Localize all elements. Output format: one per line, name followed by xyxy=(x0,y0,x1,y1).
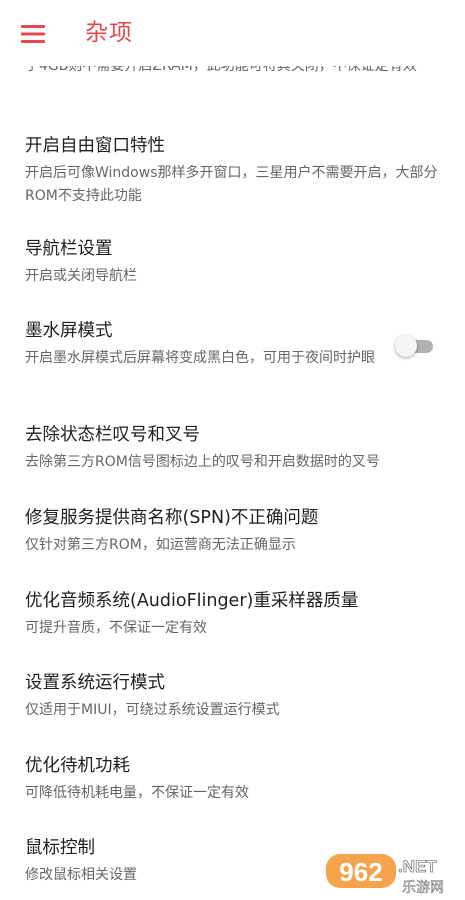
eink-mode-toggle[interactable] xyxy=(395,335,435,357)
setting-title: 设置系统运行模式 xyxy=(25,673,165,693)
page-title: 杂项 xyxy=(85,20,133,46)
toggle-thumb xyxy=(395,335,417,357)
setting-title: 导航栏设置 xyxy=(25,239,113,259)
setting-title: 修复服务提供商名称(SPN)不正确问题 xyxy=(25,508,319,528)
setting-title: 优化音频系统(AudioFlinger)重采样器质量 xyxy=(25,591,359,611)
setting-subtitle: 可提升音质，不保证一定有效 xyxy=(25,620,207,636)
settings-list: 于4GB则不需要开启ZRAM，此功能可将其关闭，不保证定有效 开启自由窗口特性 … xyxy=(0,0,465,900)
setting-subtitle: 去除第三方ROM信号图标边上的叹号和开启数据时的叉号 xyxy=(25,454,380,470)
setting-title: 鼠标控制 xyxy=(25,838,95,858)
setting-subtitle: 开启后可像Windows那样多开窗口，三星用户不需要开启，大部分ROM不支持此功… xyxy=(25,165,438,204)
setting-title: 开启自由窗口特性 xyxy=(25,136,165,156)
setting-title: 墨水屏模式 xyxy=(25,321,113,341)
setting-subtitle: 仅适用于MIUI，可绕过系统设置运行模式 xyxy=(25,702,280,718)
app-bar: 杂项 xyxy=(0,0,465,66)
setting-subtitle: 开启或关闭导航栏 xyxy=(25,268,137,284)
setting-subtitle: 开启墨水屏模式后屏幕将变成黑白色，可用于夜间时护眼 xyxy=(25,350,375,366)
setting-subtitle: 可降低待机耗电量，不保证一定有效 xyxy=(25,785,249,801)
setting-title: 去除状态栏叹号和叉号 xyxy=(25,425,200,445)
setting-title: 优化待机功耗 xyxy=(25,756,130,776)
setting-subtitle: 修改鼠标相关设置 xyxy=(25,867,137,883)
setting-subtitle: 仅针对第三方ROM，如运营商无法正确显示 xyxy=(25,537,296,553)
hamburger-menu-icon[interactable] xyxy=(12,13,54,55)
